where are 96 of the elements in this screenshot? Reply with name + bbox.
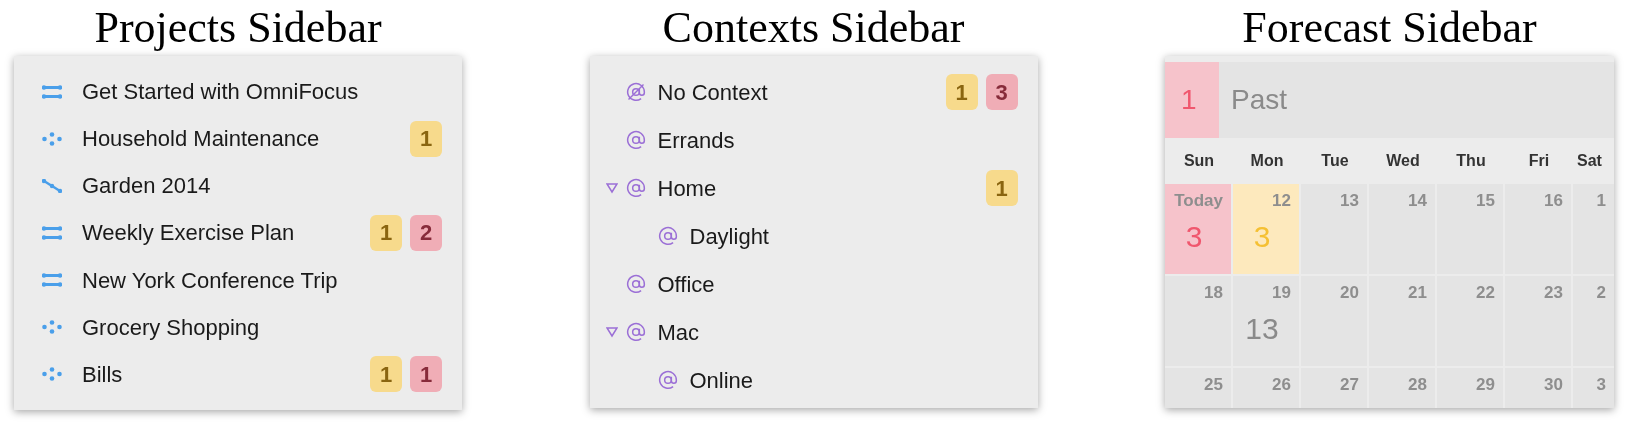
day-cell[interactable]: 1 bbox=[1573, 184, 1614, 274]
overdue-count: 2 bbox=[410, 215, 442, 251]
day-cell[interactable]: 12 3 bbox=[1233, 184, 1299, 274]
dots-cluster-icon bbox=[42, 320, 62, 335]
due-soon-count: 1 bbox=[985, 170, 1018, 206]
at-sign-icon bbox=[657, 226, 678, 246]
expanded-triangle-icon[interactable] bbox=[605, 182, 618, 194]
day-cell[interactable]: 26 bbox=[1233, 368, 1299, 408]
day-number: 12 bbox=[1272, 190, 1291, 212]
due-soon-count: 1 bbox=[410, 120, 442, 157]
weekday-label: Fri bbox=[1528, 152, 1550, 169]
day-number: 18 bbox=[1204, 282, 1223, 304]
day-number: 26 bbox=[1272, 374, 1291, 396]
section-title: Contexts Sidebar bbox=[662, 2, 965, 54]
task-count: 3 bbox=[1185, 221, 1203, 252]
weekday-label: Thu bbox=[1456, 152, 1486, 169]
day-number: 16 bbox=[1544, 190, 1563, 212]
day-cell[interactable]: 18 bbox=[1165, 276, 1231, 366]
at-sign-icon bbox=[625, 130, 646, 150]
day-cell[interactable]: 14 bbox=[1369, 184, 1435, 274]
day-cell[interactable]: 16 bbox=[1505, 184, 1571, 274]
day-number: 14 bbox=[1408, 190, 1427, 212]
context-name[interactable]: Daylight bbox=[689, 219, 769, 253]
at-sign-icon bbox=[625, 178, 646, 198]
project-name[interactable]: New York Conference Trip bbox=[82, 263, 338, 297]
day-cell[interactable]: 30 bbox=[1505, 368, 1571, 408]
day-cell[interactable]: 19 13 bbox=[1233, 276, 1299, 366]
weekday-label: Mon bbox=[1250, 152, 1284, 169]
no-context-icon bbox=[625, 82, 646, 102]
day-cell[interactable]: 25 bbox=[1165, 368, 1231, 408]
day-number: Today bbox=[1174, 190, 1223, 212]
day-number: 19 bbox=[1272, 282, 1291, 304]
day-cell[interactable]: 28 bbox=[1369, 368, 1435, 408]
parallel-project-icon bbox=[42, 84, 62, 99]
day-cell[interactable]: 13 bbox=[1301, 184, 1367, 274]
day-cell[interactable]: 20 bbox=[1301, 276, 1367, 366]
overdue-count: 3 bbox=[985, 74, 1018, 110]
project-name[interactable]: Household Maintenance bbox=[82, 122, 320, 156]
past-count: 1 bbox=[1181, 83, 1197, 117]
due-soon-count: 1 bbox=[370, 356, 402, 393]
day-number: 21 bbox=[1408, 282, 1427, 304]
at-sign-icon bbox=[625, 322, 646, 342]
project-name[interactable]: Weekly Exercise Plan bbox=[82, 216, 295, 250]
day-cell[interactable]: Today 3 bbox=[1165, 184, 1231, 274]
section-title: Forecast Sidebar bbox=[1242, 2, 1537, 54]
context-name[interactable]: No Context bbox=[657, 75, 768, 109]
context-name[interactable]: Office bbox=[657, 267, 715, 301]
context-name[interactable]: Errands bbox=[657, 123, 735, 157]
due-soon-count: 1 bbox=[370, 215, 402, 251]
at-sign-icon bbox=[657, 370, 678, 390]
at-sign-icon bbox=[625, 274, 646, 294]
day-number: 29 bbox=[1476, 374, 1495, 396]
dots-cluster-icon bbox=[42, 367, 62, 382]
parallel-project-icon bbox=[42, 226, 62, 240]
parallel-project-icon bbox=[42, 273, 62, 288]
project-name[interactable]: Garden 2014 bbox=[82, 169, 211, 203]
day-cell[interactable]: 15 bbox=[1437, 184, 1503, 274]
day-cell[interactable]: 29 bbox=[1437, 368, 1503, 408]
day-number: 25 bbox=[1204, 374, 1223, 396]
sequential-project-icon bbox=[42, 178, 62, 193]
day-number: 28 bbox=[1408, 374, 1427, 396]
section-title: Projects Sidebar bbox=[94, 2, 382, 54]
task-count: 13 bbox=[1245, 313, 1279, 344]
weekday-label: Sun bbox=[1183, 152, 1215, 169]
day-number: 3 bbox=[1596, 374, 1606, 396]
past-row[interactable]: 1 Past bbox=[1165, 62, 1614, 138]
past-label: Past bbox=[1231, 83, 1288, 117]
project-name[interactable]: Grocery Shopping bbox=[82, 310, 260, 344]
project-name[interactable]: Get Started with OmniFocus bbox=[82, 75, 359, 109]
weekday-label: Wed bbox=[1386, 152, 1420, 169]
day-number: 20 bbox=[1340, 282, 1359, 304]
day-number: 30 bbox=[1544, 374, 1563, 396]
day-number: 13 bbox=[1340, 190, 1359, 212]
day-cell[interactable]: 3 bbox=[1573, 368, 1614, 408]
weekday-label: Sat bbox=[1577, 152, 1602, 169]
due-soon-count: 1 bbox=[945, 74, 978, 110]
day-number: 23 bbox=[1544, 282, 1563, 304]
day-number: 15 bbox=[1476, 190, 1495, 212]
day-number: 22 bbox=[1476, 282, 1495, 304]
day-number: 1 bbox=[1596, 190, 1606, 212]
day-cell[interactable]: 27 bbox=[1301, 368, 1367, 408]
context-name[interactable]: Home bbox=[657, 171, 717, 205]
weekday-label: Tue bbox=[1321, 152, 1349, 169]
day-number: 2 bbox=[1596, 282, 1606, 304]
dots-cluster-icon bbox=[42, 131, 62, 146]
overdue-count: 1 bbox=[410, 356, 442, 393]
day-cell[interactable]: 23 bbox=[1505, 276, 1571, 366]
task-count: 3 bbox=[1253, 221, 1271, 252]
day-cell[interactable]: 21 bbox=[1369, 276, 1435, 366]
context-name[interactable]: Online bbox=[689, 363, 754, 397]
day-cell[interactable]: 22 bbox=[1437, 276, 1503, 366]
project-name[interactable]: Bills bbox=[82, 357, 123, 391]
day-cell[interactable]: 2 bbox=[1573, 276, 1614, 366]
day-number: 27 bbox=[1340, 374, 1359, 396]
context-name[interactable]: Mac bbox=[657, 315, 700, 349]
expanded-triangle-icon[interactable] bbox=[605, 326, 618, 338]
